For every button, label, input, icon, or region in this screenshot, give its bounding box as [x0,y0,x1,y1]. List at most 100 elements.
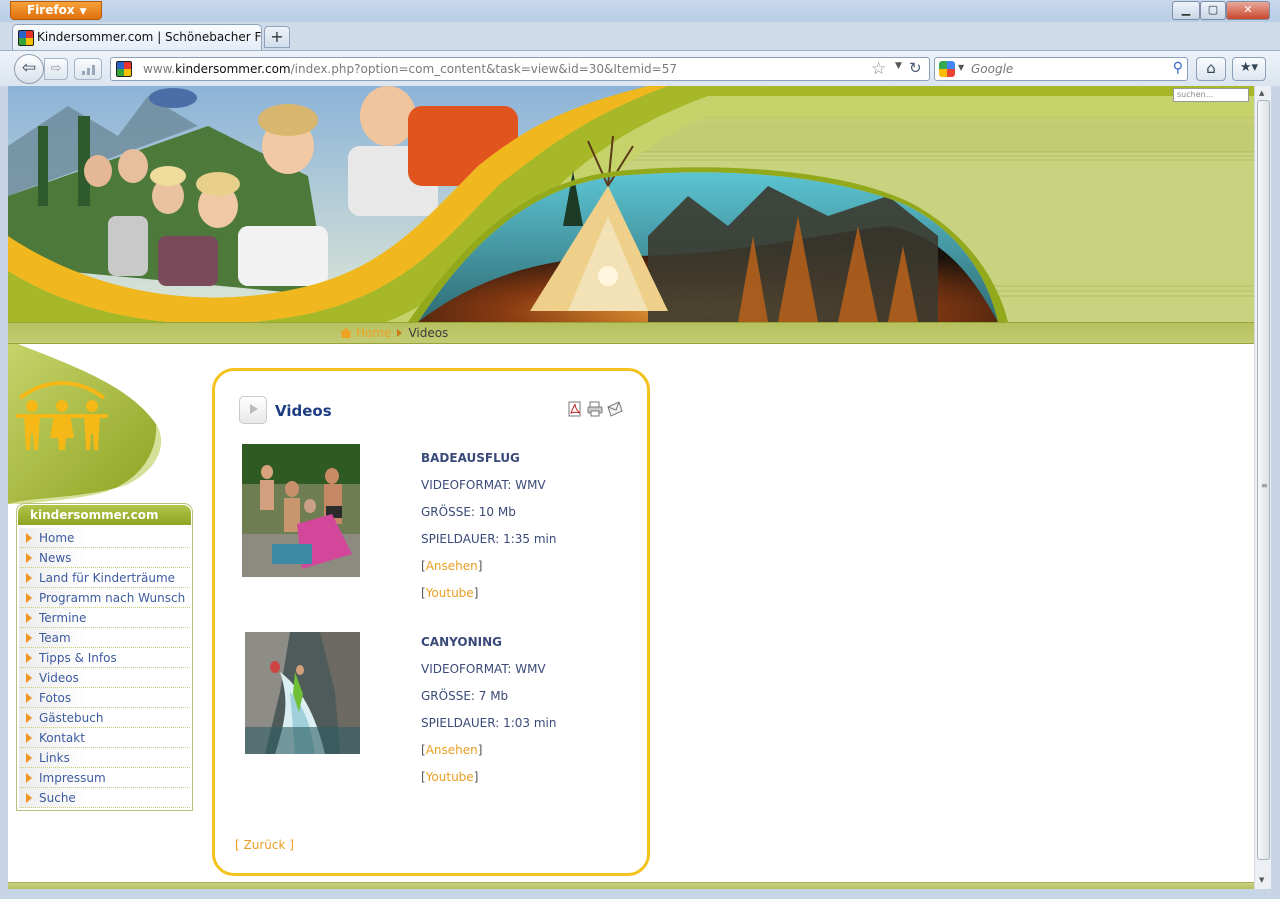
home-crumb-icon [340,328,352,338]
dropdown-arrow-icon: ▼ [79,7,87,17]
bracket-close: ] [473,770,479,784]
back-arrow-icon: ⇦ [21,58,37,78]
address-bar[interactable]: www.kindersommer.com/index.php?option=co… [110,57,930,81]
site-search-input[interactable]: suchen... [1173,88,1249,102]
video-size: GRÖSSE: 10 Mb [421,505,516,519]
menu-item-programm[interactable]: Programm nach Wunsch [19,588,190,608]
home-icon: ⌂ [1206,59,1216,77]
minimize-button[interactable]: ▁ [1172,1,1200,20]
scroll-grip-icon: ≡ [1261,481,1268,490]
bracket-close: ] [477,559,483,573]
forward-button[interactable]: ⇨ [44,58,68,80]
close-window-button[interactable]: ✕ [1226,1,1270,20]
breadcrumb-home-link[interactable]: Home [356,326,391,340]
tab-title: Kindersommer.com | Schönebacher Feri... [37,30,261,44]
signal-bars-button[interactable] [74,58,102,80]
page-viewport: suchen... Home Videos kindersommer.com Ho… [8,86,1254,889]
engine-dropdown-icon[interactable]: ▼ [958,63,964,72]
email-icon[interactable] [607,401,623,417]
family-logo-icon [16,381,108,450]
site-favicon-icon [116,61,132,77]
menu-item-tipps[interactable]: Tipps & Infos [19,648,190,668]
breadcrumb-separator-icon [397,329,403,337]
scroll-up-arrow-icon[interactable]: ▲ [1259,89,1264,97]
site-header: suchen... Home Videos [8,86,1254,344]
maximize-button[interactable]: ▢ [1200,1,1226,20]
menu-item-land[interactable]: Land für Kinderträume [19,568,190,588]
video-duration: SPIELDAUER: 1:35 min [421,532,557,546]
watch-link[interactable]: Ansehen [426,559,478,573]
video-title: CANYONING [421,635,502,649]
menu-item-fotos[interactable]: Fotos [19,688,190,708]
youtube-link[interactable]: Youtube [426,770,474,784]
video-size: GRÖSSE: 7 Mb [421,689,509,703]
scrollbar-thumb[interactable]: ≡ [1257,100,1270,860]
bookmarks-star-icon: ★▾ [1239,60,1259,75]
video-thumbnail-badeausflug[interactable] [242,444,360,577]
back-button[interactable]: ⇦ [14,54,44,84]
google-engine-icon[interactable] [939,61,955,77]
window-titlebar: Firefox ▼ ▁ ▢ ✕ [0,0,1280,22]
menu-item-gaestebuch[interactable]: Gästebuch [19,708,190,728]
video-duration: SPIELDAUER: 1:03 min [421,716,557,730]
menu-item-suche[interactable]: Suche [19,788,190,808]
menu-item-kontakt[interactable]: Kontakt [19,728,190,748]
menu-item-news[interactable]: News [19,548,190,568]
print-icon[interactable] [587,401,603,417]
browser-tab-active[interactable]: Kindersommer.com | Schönebacher Feri... [12,24,262,50]
watch-link[interactable]: Ansehen [426,743,478,757]
menu-item-impressum[interactable]: Impressum [19,768,190,788]
reload-icon[interactable]: ↻ [909,59,922,77]
new-tab-button[interactable]: + [264,26,290,48]
bookmarks-menu-button[interactable]: ★▾ [1232,57,1266,81]
url-path: /index.php?option=com_content&task=view&… [290,62,677,76]
bracket-close: ] [473,586,479,600]
url-history-dropdown-icon[interactable]: ▼ [895,61,902,71]
header-banner-image [8,86,1254,344]
menu-item-videos[interactable]: Videos [19,668,190,688]
menu-item-team[interactable]: Team [19,628,190,648]
home-button[interactable]: ⌂ [1196,57,1226,81]
bookmark-star-icon[interactable]: ☆ [871,59,886,79]
pdf-icon[interactable] [567,401,583,417]
video-thumbnail-canyoning[interactable] [245,632,360,754]
article-flag-icon [239,396,267,424]
firefox-menu-button[interactable]: Firefox ▼ [10,1,102,20]
breadcrumb-bar: Home Videos [8,322,1254,344]
url-host: kindersommer.com [175,62,291,76]
main-menu: kindersommer.com Home News Land für Kind… [16,503,193,811]
menu-item-links[interactable]: Links [19,748,190,768]
search-bar[interactable]: ▼ Google ⚲ [934,57,1188,81]
menu-item-home[interactable]: Home [19,528,190,548]
video-details-badeausflug: BADEAUSFLUG VIDEOFORMAT: WMV GRÖSSE: 10 … [421,451,631,613]
window-frame-right [1271,86,1280,889]
video-format: VIDEOFORMAT: WMV [421,478,546,492]
bracket-close: ] [477,743,483,757]
vertical-scrollbar[interactable]: ▲ ≡ ▼ [1254,86,1271,889]
footer-strip [8,882,1254,889]
main-menu-list: Home News Land für Kinderträume Programm… [19,528,190,808]
url-prefix: www. [143,62,176,76]
tab-strip: Kindersommer.com | Schönebacher Feri... … [0,22,1280,50]
back-link[interactable]: [ Zurück ] [235,838,294,852]
url-text[interactable]: www.kindersommer.com/index.php?option=co… [143,62,677,76]
video-details-canyoning: CANYONING VIDEOFORMAT: WMV GRÖSSE: 7 Mb … [421,635,631,797]
breadcrumb-current: Videos [408,326,449,340]
video-format: VIDEOFORMAT: WMV [421,662,546,676]
navigation-toolbar: ⇦ ⇨ www.kindersommer.com/index.php?optio… [0,50,1280,86]
menu-item-termine[interactable]: Termine [19,608,190,628]
article-title: Videos [275,402,332,420]
search-placeholder: Google [971,62,1014,76]
main-menu-title: kindersommer.com [18,505,191,525]
site-favicon-icon [18,30,34,46]
window-frame-bottom [0,889,1280,899]
firefox-menu-label: Firefox [27,3,75,17]
scroll-down-arrow-icon[interactable]: ▼ [1259,876,1264,884]
breadcrumb: Home Videos [340,326,448,340]
forward-arrow-icon: ⇨ [50,61,62,76]
article-content-box: Videos BADEAUSFLUG VIDEOFORMAT: WMV GRÖS [212,368,650,876]
magnifier-icon[interactable]: ⚲ [1173,60,1183,76]
window-frame-left [0,86,8,889]
youtube-link[interactable]: Youtube [426,586,474,600]
video-title: BADEAUSFLUG [421,451,520,465]
